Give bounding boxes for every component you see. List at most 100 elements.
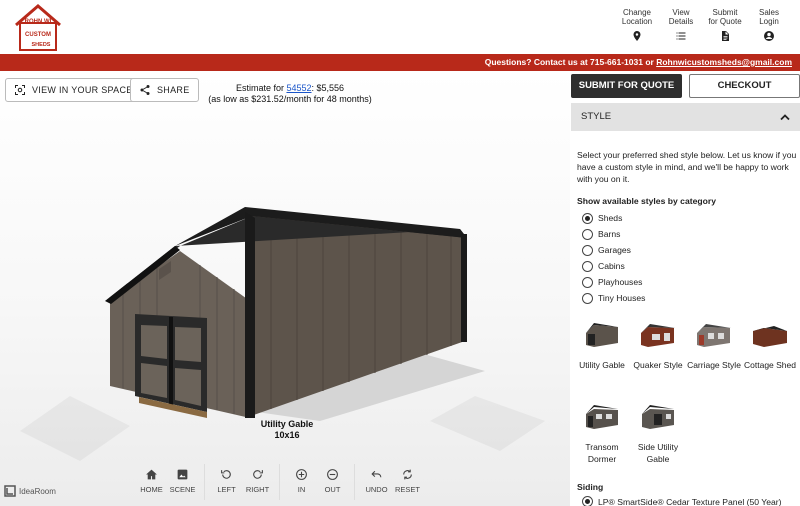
category-label: Sheds [598,213,623,223]
estimate-monthly: (as low as $231.52/month for 48 months) [208,94,372,104]
submit-for-quote-button[interactable]: SUBMIT FOR QUOTE [571,74,682,98]
scene-button[interactable]: SCENE [167,464,198,500]
view-details-label: View Details [668,8,694,26]
zoom-in-icon [296,469,307,480]
radio-icon[interactable] [582,276,593,288]
style-name: Cottage Shed [744,360,796,370]
rotate-right-button[interactable]: RIGHT [242,464,273,500]
radio-icon[interactable] [582,292,593,304]
idearoom-logo-icon [4,485,16,497]
header: ROHN WI CUSTOM SHEDS Change Location Vie… [0,0,800,54]
company-logo[interactable]: ROHN WI CUSTOM SHEDS [12,3,64,53]
ar-view-icon [15,85,25,95]
style-section-header[interactable]: STYLE [571,103,800,131]
idearoom-watermark: IdeaRoom [4,485,56,497]
style-utility-gable[interactable]: Utility Gable [574,319,630,371]
left-label: LEFT [217,485,236,494]
share-icon [140,85,150,95]
shed-size: 10x16 [274,430,300,440]
transom-dormer-thumbnail [586,405,618,429]
undo-label: UNDO [365,485,388,494]
rotate-left-button[interactable]: LEFT [211,464,242,500]
zoom-out-button[interactable]: OUT [317,464,348,500]
change-location-link[interactable]: Change Location [620,8,654,42]
rotate-right-icon [253,470,263,479]
category-label: Tiny Houses [598,293,646,303]
siding-option[interactable]: LP® SmartSide® Cedar Texture Panel (50 Y… [582,496,782,506]
radio-icon[interactable] [582,244,593,256]
out-label: OUT [324,485,341,494]
reset-icon [403,469,412,480]
category-label: Playhouses [598,277,643,287]
checkout-button[interactable]: CHECKOUT [689,74,800,98]
zoom-in-button[interactable]: IN [286,464,317,500]
scene-label: SCENE [169,485,196,494]
document-icon [722,31,729,41]
siding-title: Siding [577,482,604,492]
style-name: Side Utility Gable [637,442,679,464]
view-group: HOME SCENE [130,464,204,500]
style-name: Carriage Style [687,360,741,370]
category-garages[interactable]: Garages [582,242,645,258]
chevron-up-icon [780,114,790,121]
account-icon [764,31,774,41]
submit-for-quote-label: Submit for Quote [708,8,742,26]
siding-option-label: LP® SmartSide® Cedar Texture Panel (50 Y… [598,496,782,506]
estimate-price: : $5,556 [311,83,345,93]
reset-label: RESET [394,485,420,494]
side-utility-gable-thumbnail [642,405,674,429]
radio-selected-icon[interactable] [582,496,593,506]
view-in-your-space-button[interactable]: VIEW IN YOUR SPACE [5,78,142,102]
undo-button[interactable]: UNDO [361,464,392,500]
category-sheds[interactable]: Sheds [582,210,645,226]
quaker-style-thumbnail [641,324,675,347]
category-cabins[interactable]: Cabins [582,258,645,274]
category-radio-group: Sheds Barns Garages Cabins Playhouses Ti… [582,210,645,306]
shed-label: Utility Gable 10x16 [247,419,327,441]
category-label: Cabins [598,261,625,271]
price-estimate: Estimate for 54552: $5,556 (as low as $2… [200,83,380,105]
share-button[interactable]: SHARE [130,78,199,102]
contact-text: Questions? Contact us at 715-661-1031 or [484,57,657,67]
estimate-zip-link[interactable]: 54552 [286,83,311,93]
change-location-label: Change Location [621,8,653,26]
category-playhouses[interactable]: Playhouses [582,274,645,290]
home-button[interactable]: HOME [136,464,167,500]
reset-button[interactable]: RESET [392,464,423,500]
contact-email-link[interactable]: Rohnwicustomsheds@gmail.com [656,57,792,67]
sales-login-link[interactable]: Sales Login [752,8,786,42]
style-side-utility-gable[interactable]: Side Utility Gable [630,401,686,465]
utility-gable-thumbnail [586,323,618,347]
estimate-prefix: Estimate for [235,83,287,93]
rotate-group: LEFT RIGHT [204,464,279,500]
view-details-link[interactable]: View Details [664,8,698,42]
style-quaker[interactable]: Quaker Style [630,319,686,371]
submit-for-quote-link[interactable]: Submit for Quote [708,8,742,42]
home-icon [146,469,157,480]
cottage-shed-thumbnail [753,326,787,347]
shed-3d-model[interactable] [95,166,485,426]
logo-text-1: ROHN WI [25,19,52,25]
top-nav: Change Location View Details Submit for … [620,8,786,42]
logo-text-3: SHEDS [32,42,51,48]
undo-icon [371,470,382,478]
radio-icon[interactable] [582,260,593,272]
style-cottage[interactable]: Cottage Shed [742,319,798,371]
radio-selected-icon[interactable] [582,212,593,224]
shed-name: Utility Gable [260,419,314,429]
carriage-style-thumbnail [697,324,731,347]
style-name: Utility Gable [579,360,625,370]
rotate-left-icon [221,470,231,479]
category-tiny-houses[interactable]: Tiny Houses [582,290,645,306]
in-label: IN [297,485,306,494]
contact-banner: Questions? Contact us at 715-661-1031 or… [0,54,800,71]
style-name: Transom Dormer [585,442,619,464]
style-name: Quaker Style [633,360,683,370]
category-barns[interactable]: Barns [582,226,645,242]
idearoom-text: IdeaRoom [19,486,56,496]
style-transom-dormer[interactable]: Transom Dormer [574,401,630,465]
3d-viewer[interactable]: VIEW IN YOUR SPACE SHARE Estimate for 54… [0,71,570,506]
radio-icon[interactable] [582,228,593,240]
config-panel: SUBMIT FOR QUOTE CHECKOUT STYLE Select y… [570,71,800,506]
style-carriage[interactable]: Carriage Style [686,319,742,371]
